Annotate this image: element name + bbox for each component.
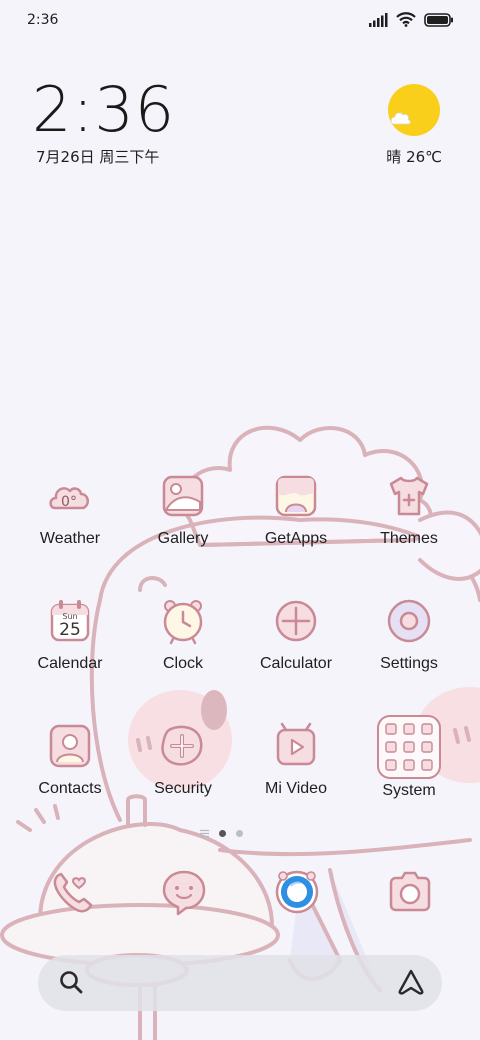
app-calculator[interactable]: Calculator (240, 597, 352, 673)
status-time: 2:36 (27, 12, 59, 28)
settings-icon (387, 599, 431, 643)
svg-text:0°: 0° (61, 494, 77, 510)
svg-text:25: 25 (59, 620, 81, 640)
wifi-icon (396, 12, 416, 27)
menu-lines-icon (200, 829, 209, 838)
app-label: Contacts (38, 780, 102, 797)
camera-icon (389, 871, 431, 912)
app-security[interactable]: Security (127, 722, 239, 798)
sun-cloud-icon (388, 84, 440, 136)
calculator-icon (275, 600, 317, 642)
app-label: Calendar (37, 655, 103, 672)
weather-widget[interactable] (384, 84, 444, 140)
dock-browser[interactable] (273, 868, 321, 916)
app-calendar[interactable]: Sun 25 Calendar (14, 597, 126, 673)
app-label: Gallery (157, 530, 209, 547)
app-label: GetApps (264, 530, 328, 547)
signal-icon (369, 12, 388, 27)
dock-phone[interactable] (49, 868, 97, 916)
assistant-icon (398, 969, 424, 995)
gallery-icon (162, 475, 204, 517)
search-bar[interactable] (38, 955, 442, 1011)
app-label: Security (154, 780, 212, 797)
app-contacts[interactable]: Contacts (14, 722, 126, 798)
app-label: Clock (162, 655, 203, 672)
page-dot-current[interactable] (219, 830, 226, 837)
app-system-folder[interactable]: System (353, 714, 465, 800)
app-getapps[interactable]: GetApps (240, 472, 352, 548)
dock-messages[interactable] (160, 868, 208, 916)
getapps-icon (275, 475, 317, 517)
app-label: Settings (380, 655, 438, 672)
battery-icon (424, 12, 453, 27)
contacts-icon (49, 724, 91, 768)
browser-icon (275, 870, 319, 914)
app-label: Calculator (259, 655, 333, 672)
search-button[interactable] (58, 969, 84, 999)
weather-icon: 0° (49, 487, 90, 510)
status-bar: 2:36 (0, 0, 480, 44)
calendar-icon: Sun 25 (50, 600, 90, 642)
clock-icon (163, 600, 203, 645)
clock-widget-date[interactable]: 7月26日 周三下午 (36, 146, 159, 167)
system-folder-icon (377, 715, 441, 779)
app-themes[interactable]: Themes (353, 472, 465, 548)
app-label: System (382, 782, 436, 799)
page-indicator[interactable] (200, 829, 243, 838)
page-dot[interactable] (236, 830, 243, 837)
themes-icon (389, 476, 429, 516)
security-icon (161, 725, 203, 766)
app-settings[interactable]: Settings (353, 597, 465, 673)
messages-icon (162, 870, 206, 916)
app-weather[interactable]: 0° Weather (14, 472, 126, 548)
mivideo-icon (276, 722, 316, 766)
dock-camera[interactable] (386, 868, 434, 916)
status-icons (368, 12, 454, 27)
app-mivideo[interactable]: Mi Video (240, 722, 352, 798)
app-gallery[interactable]: Gallery (127, 472, 239, 548)
phone-icon (53, 872, 93, 913)
app-label: Themes (380, 530, 438, 547)
search-icon (60, 971, 83, 994)
app-clock[interactable]: Clock (127, 597, 239, 673)
assistant-button[interactable] (396, 967, 426, 1001)
clock-widget-time[interactable]: 2:36 (32, 72, 175, 148)
app-label: Weather (39, 530, 101, 547)
app-label: Mi Video (265, 780, 327, 797)
weather-condition-temp[interactable]: 晴 26℃ (386, 146, 442, 167)
